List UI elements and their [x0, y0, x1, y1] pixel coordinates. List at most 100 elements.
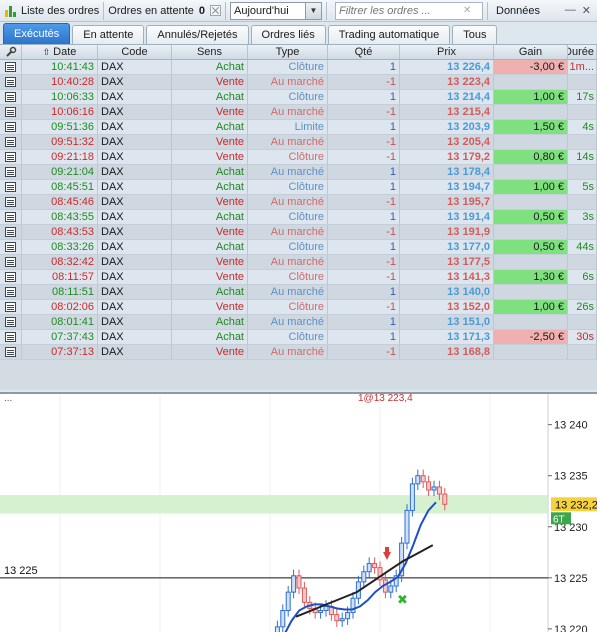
order-detail-cell[interactable] — [0, 90, 22, 104]
prix-column-header[interactable]: Prix — [400, 45, 494, 59]
pending-orders-button[interactable]: Ordres en attente 0 — [104, 0, 225, 22]
period-select[interactable]: Aujourd'hui ▼ — [230, 1, 322, 20]
gain-column-header[interactable]: Gain — [494, 45, 568, 59]
table-row[interactable]: 08:11:51 DAX Achat Au marché 1 13 140,0 — [0, 285, 597, 300]
document-icon[interactable] — [5, 122, 16, 132]
document-icon[interactable] — [5, 287, 16, 297]
document-icon[interactable] — [5, 107, 16, 117]
document-icon[interactable] — [5, 257, 16, 267]
orders-list-button[interactable]: Liste des ordres — [0, 0, 103, 22]
document-icon[interactable] — [5, 347, 16, 357]
prix-cell: 13 141,3 — [400, 270, 494, 284]
tab-en-attente[interactable]: En attente — [72, 25, 145, 44]
document-icon[interactable] — [5, 317, 16, 327]
qte-cell: -1 — [328, 195, 400, 209]
filter-input[interactable] — [339, 4, 463, 17]
order-detail-cell[interactable] — [0, 240, 22, 254]
type-cell: Au marché — [248, 105, 328, 119]
table-row[interactable]: 07:37:13 DAX Vente Au marché -1 13 168,8 — [0, 345, 597, 360]
close-window-icon[interactable]: ✕ — [582, 4, 591, 17]
table-row[interactable]: 08:45:46 DAX Vente Au marché -1 13 195,7 — [0, 195, 597, 210]
document-icon[interactable] — [5, 167, 16, 177]
order-detail-cell[interactable] — [0, 180, 22, 194]
document-icon[interactable] — [5, 92, 16, 102]
table-row[interactable]: 10:41:43 DAX Achat Clôture 1 13 226,4 -3,00 €1… — [0, 60, 597, 75]
document-icon[interactable] — [5, 302, 16, 312]
order-detail-cell[interactable] — [0, 315, 22, 329]
table-row[interactable]: 08:32:42 DAX Vente Au marché -1 13 177,5 — [0, 255, 597, 270]
table-row[interactable]: 08:45:51 DAX Achat Clôture 1 13 194,7 1,00 €5s — [0, 180, 597, 195]
date-column-header[interactable]: ⇧ Date — [22, 45, 98, 59]
price-tick-label: 13 225 — [554, 573, 588, 585]
table-row[interactable]: 08:43:55 DAX Achat Clôture 1 13 191,4 0,50 €3s — [0, 210, 597, 225]
minimize-icon[interactable]: — — [565, 4, 576, 17]
table-row[interactable]: 09:51:32 DAX Vente Au marché -1 13 205,4 — [0, 135, 597, 150]
table-row[interactable]: 07:37:43 DAX Achat Clôture 1 13 171,3 -2,50 €3… — [0, 330, 597, 345]
toolbar-separator — [225, 1, 226, 20]
order-detail-cell[interactable] — [0, 285, 22, 299]
table-row[interactable]: 10:06:16 DAX Vente Au marché -1 13 215,4 — [0, 105, 597, 120]
filter-field[interactable]: ✕ — [335, 1, 483, 20]
document-icon[interactable] — [5, 242, 16, 252]
table-row[interactable]: 09:21:04 DAX Achat Au marché 1 13 178,4 — [0, 165, 597, 180]
table-row[interactable]: 08:01:41 DAX Achat Au marché 1 13 151,0 — [0, 315, 597, 330]
document-icon[interactable] — [5, 62, 16, 72]
data-menu-label: Données — [496, 4, 541, 17]
document-icon[interactable] — [5, 182, 16, 192]
order-detail-cell[interactable] — [0, 60, 22, 74]
gain-cell — [494, 255, 568, 269]
order-detail-cell[interactable] — [0, 150, 22, 164]
table-row[interactable]: 10:06:33 DAX Achat Clôture 1 13 214,4 1,00 €17… — [0, 90, 597, 105]
data-menu-button[interactable]: Données — [492, 0, 544, 22]
document-icon[interactable] — [5, 272, 16, 282]
order-detail-cell[interactable] — [0, 270, 22, 284]
order-detail-cell[interactable] — [0, 120, 22, 134]
chart-canvas[interactable]: 13 24013 23513 23013 22513 2201@13 223,4… — [0, 394, 597, 632]
tab-trading-automatique[interactable]: Trading automatique — [327, 25, 451, 44]
tab-executes[interactable]: Exécutés — [3, 23, 71, 44]
order-detail-cell[interactable] — [0, 300, 22, 314]
tab-tous[interactable]: Tous — [452, 25, 498, 44]
order-detail-cell[interactable] — [0, 225, 22, 239]
document-icon[interactable] — [5, 332, 16, 342]
table-row[interactable]: 09:51:36 DAX Achat Limite 1 13 203,9 1,50 €4s — [0, 120, 597, 135]
order-detail-cell[interactable] — [0, 255, 22, 269]
document-icon[interactable] — [5, 212, 16, 222]
order-detail-cell[interactable] — [0, 330, 22, 344]
order-detail-cell[interactable] — [0, 165, 22, 179]
prix-cell: 13 177,0 — [400, 240, 494, 254]
order-detail-cell[interactable] — [0, 135, 22, 149]
order-detail-cell[interactable] — [0, 345, 22, 359]
duree-column-header[interactable]: Durée — [568, 45, 597, 59]
date-header-label: Date — [53, 46, 77, 58]
settings-column-header[interactable] — [0, 45, 22, 59]
document-icon[interactable] — [5, 77, 16, 87]
type-column-header[interactable]: Type — [248, 45, 328, 59]
type-cell: Clôture — [248, 60, 328, 74]
table-row[interactable]: 08:02:06 DAX Vente Clôture -1 13 152,0 1,00 €2… — [0, 300, 597, 315]
prix-cell: 13 191,4 — [400, 210, 494, 224]
table-row[interactable]: 09:21:18 DAX Vente Clôture -1 13 179,2 0,80 €1… — [0, 150, 597, 165]
order-detail-cell[interactable] — [0, 210, 22, 224]
close-icon[interactable] — [210, 5, 221, 16]
tab-annules-rejetes[interactable]: Annulés/Rejetés — [146, 25, 249, 44]
sens-column-header[interactable]: Sens — [172, 45, 248, 59]
table-row[interactable]: 08:33:26 DAX Achat Clôture 1 13 177,0 0,50 €44… — [0, 240, 597, 255]
gain-cell: 1,50 € — [494, 120, 568, 134]
clear-filter-icon[interactable]: ✕ — [463, 5, 471, 16]
order-detail-cell[interactable] — [0, 195, 22, 209]
code-column-header[interactable]: Code — [98, 45, 172, 59]
document-icon[interactable] — [5, 197, 16, 207]
document-icon[interactable] — [5, 227, 16, 237]
price-chart[interactable]: 13 240 13 235 13 230 13 225 13 220 1@13 223,4… — [0, 392, 597, 632]
tab-ordres-lies[interactable]: Ordres liés — [250, 25, 326, 44]
table-row[interactable]: 08:43:53 DAX Vente Au marché -1 13 191,9 — [0, 225, 597, 240]
table-row[interactable]: 08:11:57 DAX Vente Clôture -1 13 141,3 1,30 €6… — [0, 270, 597, 285]
order-detail-cell[interactable] — [0, 75, 22, 89]
document-icon[interactable] — [5, 152, 16, 162]
document-icon[interactable] — [5, 137, 16, 147]
table-row[interactable]: 10:40:28 DAX Vente Au marché -1 13 223,4 — [0, 75, 597, 90]
qte-column-header[interactable]: Qté — [328, 45, 400, 59]
order-detail-cell[interactable] — [0, 105, 22, 119]
chevron-down-icon[interactable]: ▼ — [305, 2, 321, 19]
